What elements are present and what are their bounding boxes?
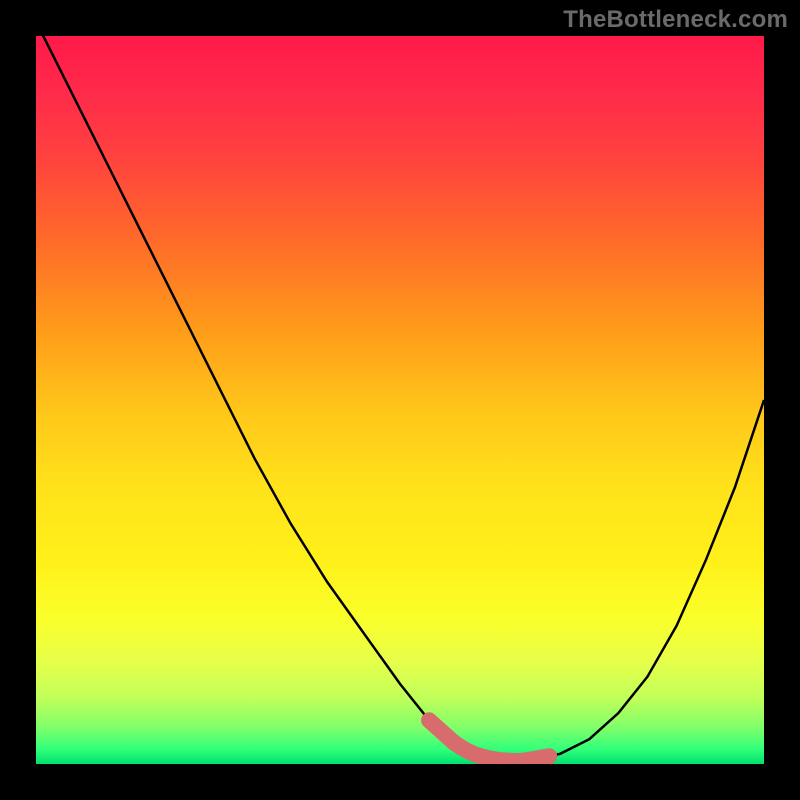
highlight-salmon-flat: [455, 743, 524, 761]
plot-area: [36, 36, 764, 764]
highlight-salmon-right: [524, 756, 549, 760]
watermark-text: TheBottleneck.com: [563, 6, 788, 34]
curve-layer: [36, 36, 764, 764]
bottleneck-curve: [36, 36, 764, 761]
chart-container: TheBottleneck.com: [0, 0, 800, 800]
